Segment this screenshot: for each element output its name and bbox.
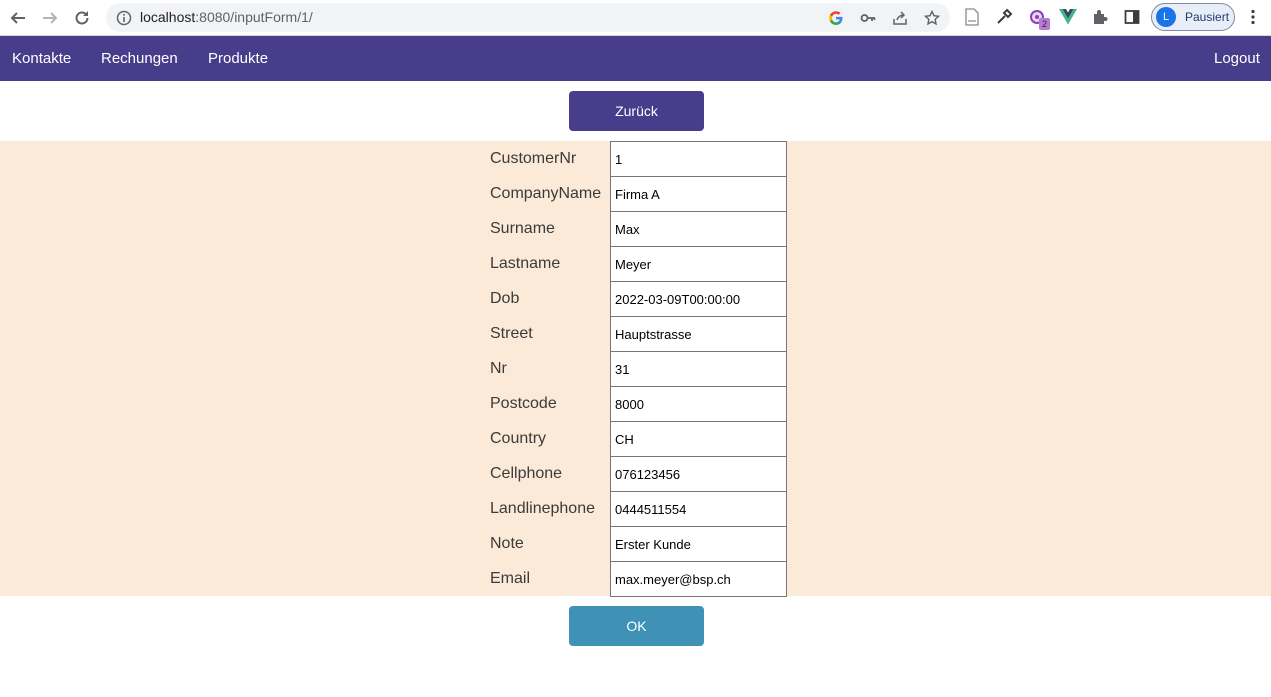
url-text: localhost:8080/inputForm/1/ (140, 9, 313, 25)
field-label: Dob (490, 290, 520, 307)
form-row-street: Street (490, 316, 790, 352)
side-panel-icon[interactable] (1122, 7, 1142, 27)
customer-form: CustomerNr CompanyName Surname Lastname … (0, 141, 1271, 597)
field-label: Landlinephone (490, 500, 595, 517)
customernr-input[interactable] (610, 141, 787, 177)
google-icon[interactable] (827, 9, 845, 27)
postcode-input[interactable] (610, 386, 787, 422)
field-label: Country (490, 430, 547, 447)
form-row-postcode: Postcode (490, 386, 790, 422)
field-label: Postcode (490, 395, 557, 412)
profile-avatar: L (1156, 7, 1176, 27)
profile-status: Pausiert (1185, 10, 1230, 24)
field-label: Note (490, 535, 524, 552)
note-input[interactable] (610, 526, 787, 562)
back-button[interactable]: Zurück (569, 91, 704, 131)
field-label: Surname (490, 220, 555, 237)
form-row-country: Country (490, 421, 790, 457)
page-icon[interactable] (962, 7, 982, 27)
nav-item-produkte[interactable]: Produkte (208, 50, 268, 67)
site-info-icon[interactable] (116, 10, 132, 31)
surname-input[interactable] (610, 211, 787, 247)
field-label: Street (490, 325, 533, 342)
reload-icon[interactable] (71, 7, 93, 29)
form-row-dob: Dob (490, 281, 790, 317)
back-arrow-icon[interactable] (7, 7, 29, 29)
landlinephone-input[interactable] (610, 491, 787, 527)
field-label: CompanyName (490, 185, 602, 202)
form-row-companyname: CompanyName (490, 176, 790, 212)
email-input[interactable] (610, 561, 787, 597)
bookmark-star-icon[interactable] (923, 9, 941, 27)
nav-item-rechungen[interactable]: Rechungen (101, 50, 178, 67)
form-row-nr: Nr (490, 351, 790, 387)
forward-arrow-icon[interactable] (39, 7, 61, 29)
url-host: localhost (140, 9, 196, 25)
lastname-input[interactable] (610, 246, 787, 282)
field-label: CustomerNr (490, 150, 577, 167)
app-navbar: Kontakte Rechungen Produkte Logout (0, 36, 1271, 81)
form-row-surname: Surname (490, 211, 790, 247)
form-row-customernr: CustomerNr (490, 141, 790, 177)
menu-kebab-icon[interactable] (1243, 7, 1263, 27)
address-bar[interactable]: localhost:8080/inputForm/1/ (106, 3, 950, 32)
form-row-note: Note (490, 526, 790, 562)
field-label: Lastname (490, 255, 561, 272)
extension-badge: 2 (1039, 18, 1050, 30)
browser-toolbar: localhost:8080/inputForm/1/ 2 L Pausiert (0, 0, 1271, 36)
nr-input[interactable] (610, 351, 787, 387)
share-icon[interactable] (891, 9, 909, 27)
key-icon[interactable] (859, 9, 877, 27)
form-row-landlinephone: Landlinephone (490, 491, 790, 527)
vue-devtools-icon[interactable] (1058, 7, 1078, 27)
companyname-input[interactable] (610, 176, 787, 212)
form-row-email: Email (490, 561, 790, 597)
street-input[interactable] (610, 316, 787, 352)
eyedropper-icon[interactable] (994, 7, 1014, 27)
field-label: Nr (490, 360, 507, 377)
logout-link[interactable]: Logout (1214, 50, 1260, 67)
dob-input[interactable] (610, 281, 787, 317)
extensions-puzzle-icon[interactable] (1090, 7, 1110, 27)
field-label: Email (490, 570, 531, 587)
country-input[interactable] (610, 421, 787, 457)
ok-button[interactable]: OK (569, 606, 704, 646)
field-label: Cellphone (490, 465, 563, 482)
form-row-cellphone: Cellphone (490, 456, 790, 492)
cellphone-input[interactable] (610, 456, 787, 492)
nav-item-kontakte[interactable]: Kontakte (12, 50, 71, 67)
profile-button[interactable]: L Pausiert (1151, 3, 1235, 31)
form-row-lastname: Lastname (490, 246, 790, 282)
url-path: :8080/inputForm/1/ (195, 9, 313, 25)
